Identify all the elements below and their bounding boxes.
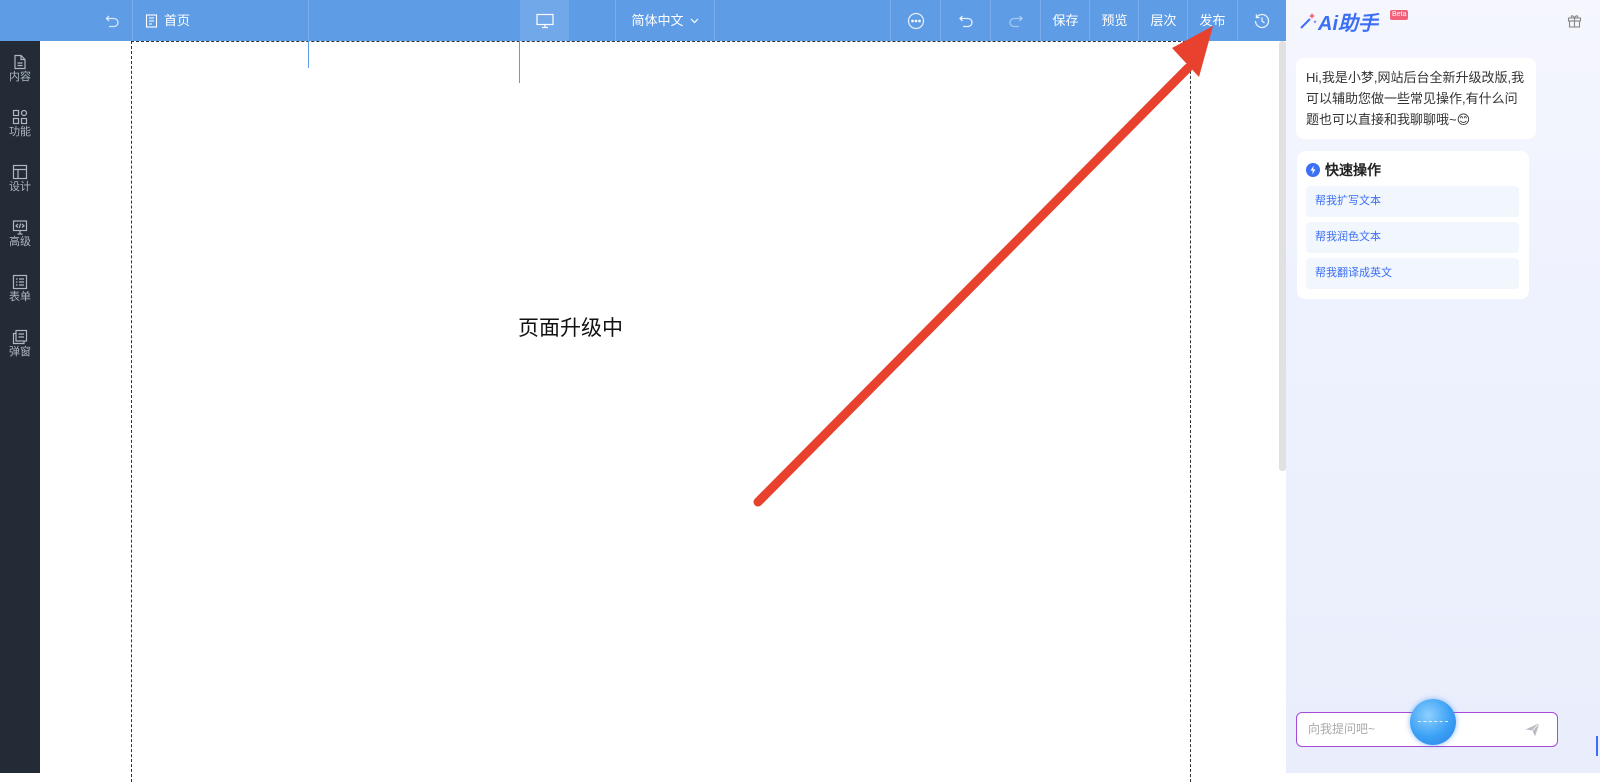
toolbar-divider <box>308 0 309 41</box>
back-icon <box>105 15 119 27</box>
sidebar-item-label: 内容 <box>9 71 31 83</box>
publish-button[interactable]: 发布 <box>1188 0 1237 41</box>
redo-button[interactable] <box>991 0 1040 41</box>
gift-button[interactable] <box>1567 13 1582 33</box>
more-icon <box>907 12 924 29</box>
desktop-icon <box>535 13 554 28</box>
quick-action-polish-text[interactable]: 帮我润色文本 <box>1306 222 1519 253</box>
canvas-scrollbar[interactable] <box>1279 41 1286 471</box>
magic-wand-icon <box>1300 13 1317 29</box>
ai-title-text: Ai助手 <box>1318 12 1378 35</box>
page-upgrading-message: 页面升级中 <box>518 317 623 340</box>
language-label: 简体中文 <box>631 13 684 28</box>
grid-icon <box>12 109 28 125</box>
desktop-view-button[interactable] <box>520 0 569 41</box>
redo-icon <box>1008 15 1023 27</box>
undo-button[interactable] <box>941 0 990 41</box>
page-selector[interactable]: 首页 <box>145 0 205 41</box>
sidebar-item-label: 功能 <box>9 126 31 138</box>
sidebar-item-popup[interactable]: 弹窗 <box>0 323 40 371</box>
sidebar-item-label: 表单 <box>9 291 31 303</box>
ai-panel-title: Ai助手 <box>1298 8 1378 35</box>
toolbar-divider <box>615 0 616 41</box>
panel-edge-marker <box>1596 736 1598 756</box>
ai-greeting-message: Hi,我是小梦,网站后台全新升级改版,我可以辅助您做一些常见操作,有什么问题也可… <box>1296 58 1536 139</box>
sidebar-item-label: 弹窗 <box>9 346 31 358</box>
beta-badge: Beta <box>1390 10 1409 20</box>
quick-action-translate-english[interactable]: 帮我翻译成英文 <box>1306 258 1519 289</box>
language-dropdown[interactable]: 简体中文 <box>625 0 705 41</box>
send-icon <box>1525 722 1540 737</box>
sidebar-item-label: 设计 <box>9 181 31 193</box>
quick-action-expand-text[interactable]: 帮我扩写文本 <box>1306 186 1519 217</box>
layout-icon <box>12 164 28 180</box>
layout-guide-line <box>519 41 520 83</box>
layout-guide-line <box>308 41 309 68</box>
sidebar-item-advanced[interactable]: 高级 <box>0 213 40 261</box>
sidebar-item-label: 高级 <box>9 236 31 248</box>
page-selector-label: 首页 <box>164 13 191 28</box>
undo-icon <box>958 15 973 27</box>
back-button[interactable] <box>100 0 125 41</box>
sidebar-item-design[interactable]: 设计 <box>0 158 40 206</box>
toolbar-divider <box>714 0 715 41</box>
chevron-down-icon <box>690 18 698 23</box>
ai-orb-button[interactable] <box>1410 699 1456 745</box>
history-icon <box>1254 13 1270 28</box>
send-button[interactable] <box>1524 721 1541 743</box>
toolbar-divider <box>132 0 133 41</box>
sidebar-item-features[interactable]: 功能 <box>0 103 40 151</box>
save-button[interactable]: 保存 <box>1041 0 1090 41</box>
sidebar-item-content[interactable]: 内容 <box>0 48 40 96</box>
popup-icon <box>12 329 28 345</box>
lightning-icon <box>1306 163 1320 177</box>
quick-actions-title: 快速操作 <box>1325 162 1381 178</box>
quick-actions-header: 快速操作 <box>1306 160 1381 180</box>
page-icon <box>145 13 158 28</box>
preview-button[interactable]: 预览 <box>1090 0 1139 41</box>
history-button[interactable] <box>1238 0 1286 41</box>
layers-button[interactable]: 层次 <box>1139 0 1188 41</box>
page-frame <box>131 41 1191 782</box>
sidebar-item-form[interactable]: 表单 <box>0 268 40 316</box>
gift-icon <box>1567 15 1582 28</box>
code-icon <box>12 220 28 235</box>
more-button[interactable] <box>891 0 940 41</box>
form-icon <box>12 274 28 290</box>
document-icon <box>14 54 26 70</box>
